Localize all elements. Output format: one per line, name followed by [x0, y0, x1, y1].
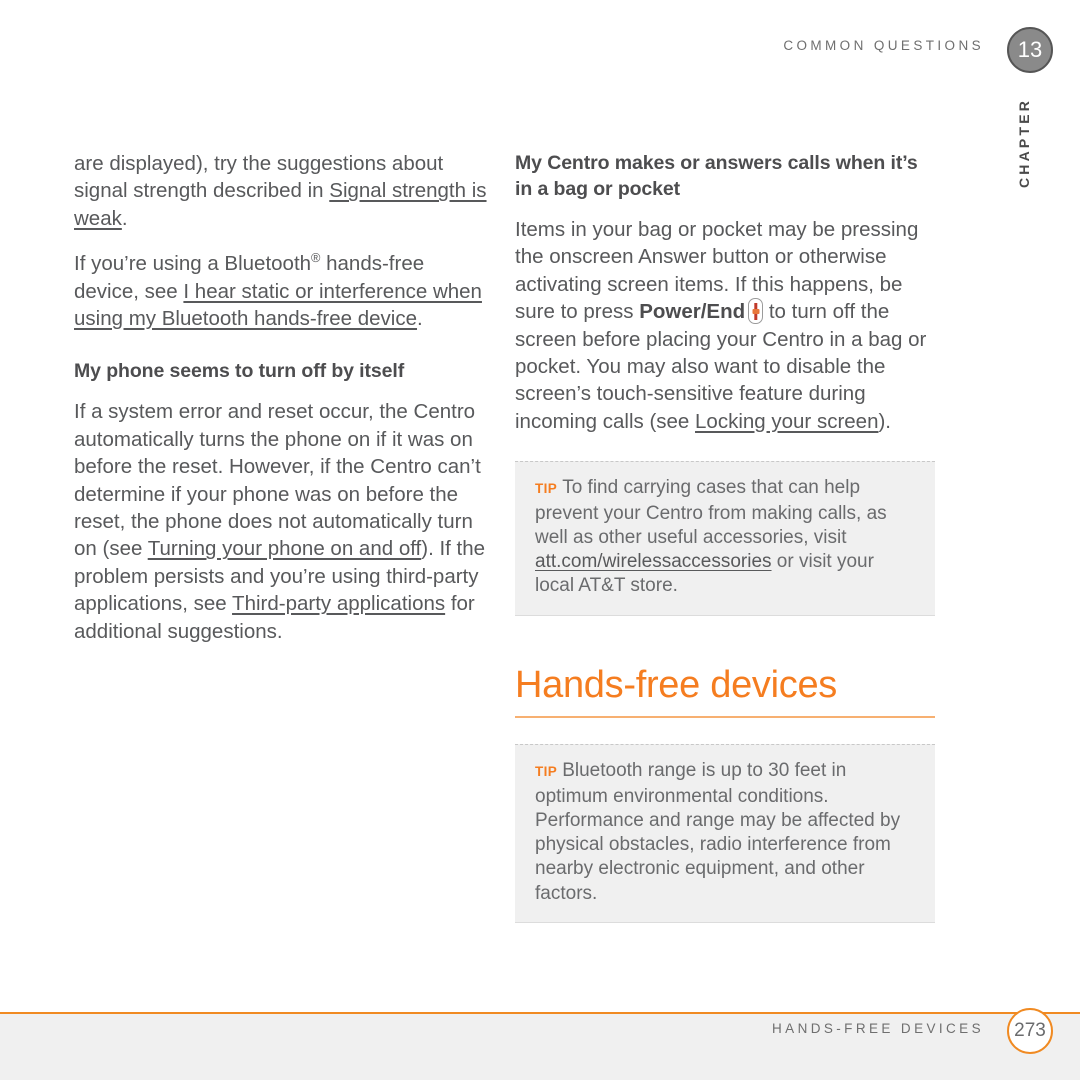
tip-text: TIP Bluetooth range is up to 30 feet in o…	[535, 759, 915, 906]
running-footer: HANDS-FREE DEVICES	[772, 1021, 984, 1036]
tip-label: TIP	[535, 764, 558, 780]
paragraph-text-tail: .	[121, 206, 128, 230]
paragraph-text-tail: .	[417, 307, 423, 331]
paragraph-system-error-reset: If a system error and reset occur, the C…	[74, 398, 494, 645]
xref-turning-phone-on-and-off[interactable]: Turning your phone on and off	[148, 537, 422, 560]
chapter-label: CHAPTER	[1016, 97, 1032, 189]
left-column: are displayed), try the suggestions abou…	[74, 150, 494, 645]
power-end-key-icon	[748, 298, 764, 325]
manual-page: COMMON QUESTIONS 13 CHAPTER are displaye…	[0, 0, 1080, 1080]
section-heading-rule	[515, 715, 935, 719]
link-att-wireless-accessories[interactable]: att.com/wirelessaccessories	[535, 551, 772, 572]
page-number-badge: 273	[1007, 1008, 1053, 1054]
tip-box-carrying-cases: TIP To find carrying cases that can help …	[515, 461, 935, 616]
question-heading-phone-turns-off: My phone seems to turn off by itself	[74, 360, 405, 383]
xref-third-party-applications[interactable]: Third-party applications	[232, 592, 445, 615]
running-header: COMMON QUESTIONS	[783, 38, 984, 53]
xref-locking-your-screen[interactable]: Locking your screen	[695, 410, 878, 433]
question-heading-bag-or-pocket: My Centro makes or answers calls when it…	[515, 152, 918, 200]
tip-text: TIP To find carrying cases that can help …	[535, 476, 915, 598]
section-heading-hands-free-devices: Hands-free devices	[515, 663, 837, 706]
paragraph-text: If you’re using a Bluetooth	[74, 252, 312, 276]
tip-text-lead: To find carrying cases that can help pre…	[535, 477, 887, 548]
tip-box-bluetooth-range: TIP Bluetooth range is up to 30 feet in o…	[515, 744, 935, 924]
paragraph-bluetooth-handsfree: If you’re using a Bluetooth® hands-free …	[74, 250, 494, 332]
chapter-number-badge: 13	[1007, 27, 1053, 73]
tip-text-body: Bluetooth range is up to 30 feet in opti…	[535, 760, 901, 904]
paragraph-bag-pocket-answer: Items in your bag or pocket may be press…	[515, 216, 935, 435]
tip-label: TIP	[535, 481, 558, 497]
paragraph-text-tail: ).	[878, 409, 892, 433]
power-end-button-name: Power/End	[639, 300, 746, 324]
paragraph-signal-strength: are displayed), try the suggestions abou…	[74, 150, 494, 232]
right-column: My Centro makes or answers calls when it…	[515, 150, 935, 924]
